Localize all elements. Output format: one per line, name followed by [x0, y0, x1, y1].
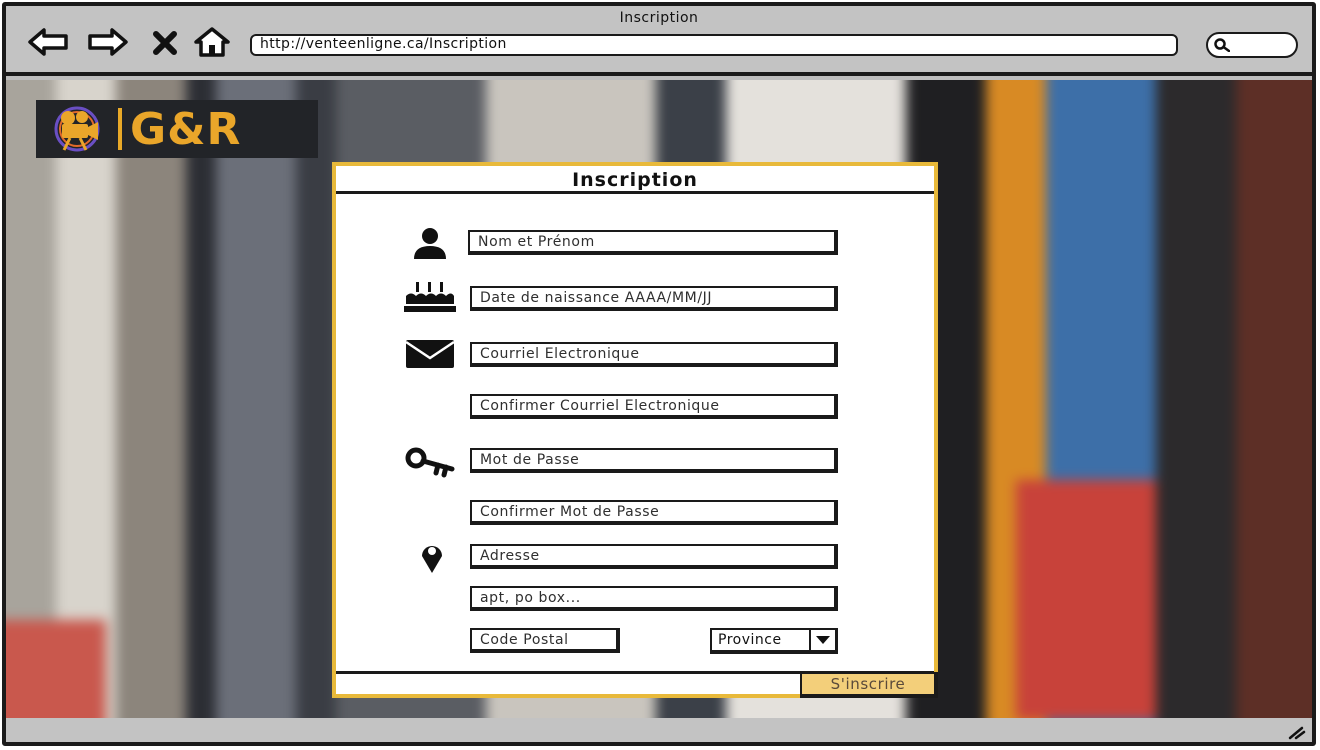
logo[interactable]: G&R [36, 100, 318, 158]
resize-grip-icon[interactable] [1286, 722, 1306, 740]
birthdate-input[interactable] [470, 286, 838, 311]
panel-title: Inscription [336, 166, 934, 194]
page-viewport: G&R Inscription Nom et Prénom Date de na… [6, 80, 1312, 722]
map-pin-icon [404, 540, 460, 574]
address-bar[interactable]: http://venteenligne.ca/Inscription [250, 34, 1178, 56]
password-confirm-input[interactable] [470, 500, 838, 525]
logo-divider [118, 108, 122, 150]
birthday-cake-icon [402, 280, 458, 314]
chevron-down-icon[interactable] [809, 630, 835, 650]
province-select[interactable]: Province [710, 628, 838, 654]
forward-arrow-icon[interactable] [86, 26, 130, 58]
name-input[interactable] [468, 230, 838, 255]
address-input[interactable] [470, 544, 838, 569]
home-icon[interactable] [192, 26, 232, 58]
film-camera-icon [40, 104, 114, 154]
window-title: Inscription [619, 10, 699, 26]
address-line2-input[interactable] [470, 586, 838, 611]
email-input[interactable] [470, 342, 838, 367]
envelope-icon [402, 336, 458, 370]
close-icon[interactable] [150, 26, 180, 58]
province-select-value: Province [718, 632, 782, 648]
logo-text: G&R [130, 103, 242, 155]
key-icon [402, 444, 458, 478]
back-arrow-icon[interactable] [26, 26, 70, 58]
browser-status-bar [6, 718, 1312, 742]
postal-code-input[interactable] [470, 628, 620, 653]
browser-window: Inscription http://venteenligne.ca/Inscr… [2, 2, 1316, 746]
user-icon [402, 226, 458, 260]
email-confirm-input[interactable] [470, 394, 838, 419]
search-icon [1214, 38, 1230, 52]
browser-search-box[interactable] [1206, 32, 1298, 58]
password-input[interactable] [470, 448, 838, 473]
registration-panel: Inscription Nom et Prénom Date de naissa… [332, 162, 938, 698]
browser-toolbar: Inscription http://venteenligne.ca/Inscr… [6, 6, 1312, 76]
register-button[interactable]: S'inscrire [800, 672, 938, 698]
